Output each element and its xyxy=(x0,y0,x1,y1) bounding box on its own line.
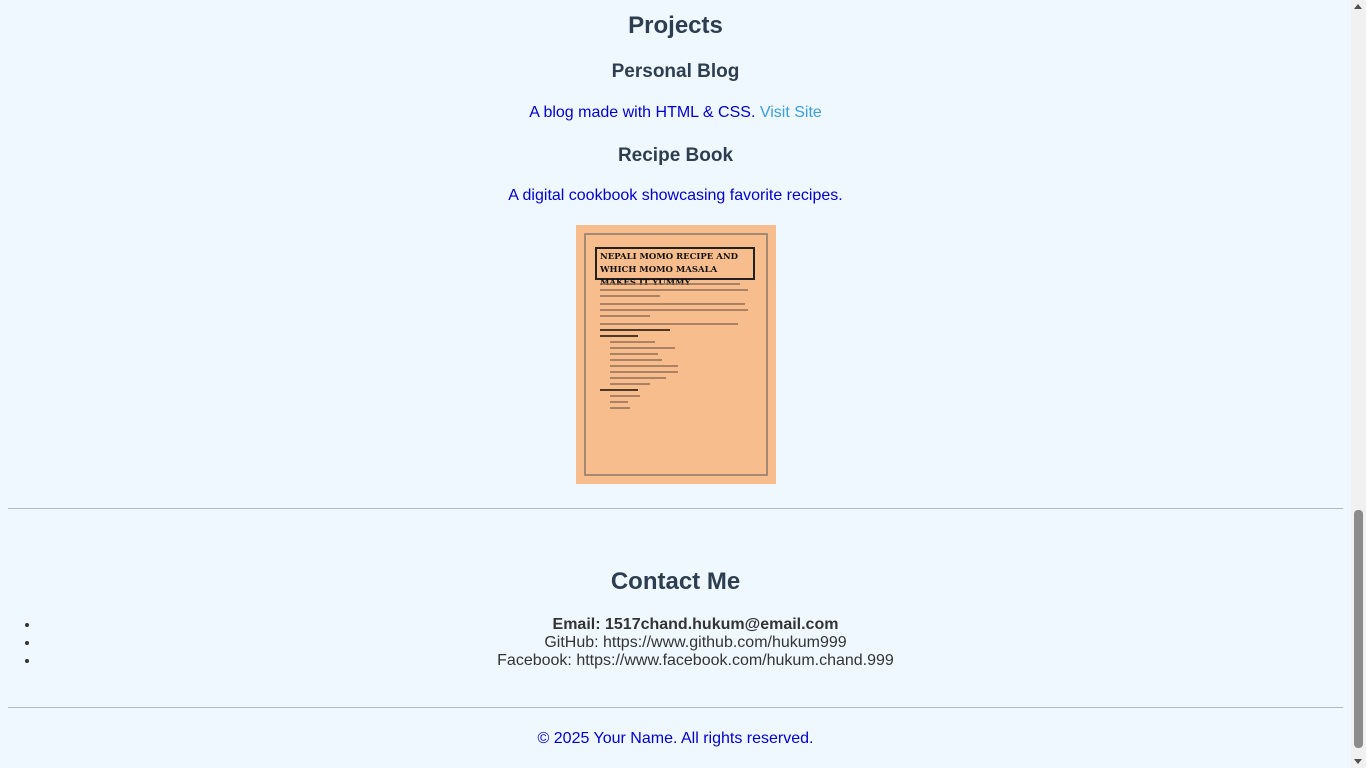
recipe-image-body-text xyxy=(600,283,750,413)
project-description-recipe-book: A digital cookbook showcasing favorite r… xyxy=(508,187,843,204)
recipe-image-title: NEPALI MOMO RECIPE AND WHICH MOMO MASALA… xyxy=(595,247,755,288)
footer-divider xyxy=(8,707,1343,708)
scroll-down-arrow-icon[interactable] xyxy=(1354,759,1362,764)
section-divider xyxy=(8,508,1343,509)
scrollbar-thumb[interactable] xyxy=(1354,510,1363,748)
contact-list: Email: 1517chand.hukum@email.com GitHub:… xyxy=(0,616,1351,670)
project-title-recipe-book: Recipe Book xyxy=(617,145,734,166)
recipe-book-image: NEPALI MOMO RECIPE AND WHICH MOMO MASALA… xyxy=(576,225,776,484)
project-description-personal-blog: A blog made with HTML & CSS. Visit Site xyxy=(0,104,1351,122)
scroll-up-arrow-icon[interactable] xyxy=(1354,4,1362,9)
contact-heading: Contact Me xyxy=(610,568,741,595)
page: Projects Personal Blog A blog made with … xyxy=(0,0,1351,768)
projects-heading: Projects xyxy=(628,12,723,39)
project-description-text: A blog made with HTML & CSS. xyxy=(529,104,760,121)
contact-github: GitHub: https://www.github.com/hukum999 xyxy=(40,634,1351,652)
contact-email: Email: 1517chand.hukum@email.com xyxy=(40,616,1351,634)
project-title-personal-blog: Personal Blog xyxy=(611,61,740,82)
footer-copyright: © 2025 Your Name. All rights reserved. xyxy=(537,730,814,747)
visit-site-link[interactable]: Visit Site xyxy=(760,104,822,121)
contact-facebook: Facebook: https://www.facebook.com/hukum… xyxy=(40,652,1351,670)
vertical-scrollbar[interactable] xyxy=(1351,0,1366,768)
